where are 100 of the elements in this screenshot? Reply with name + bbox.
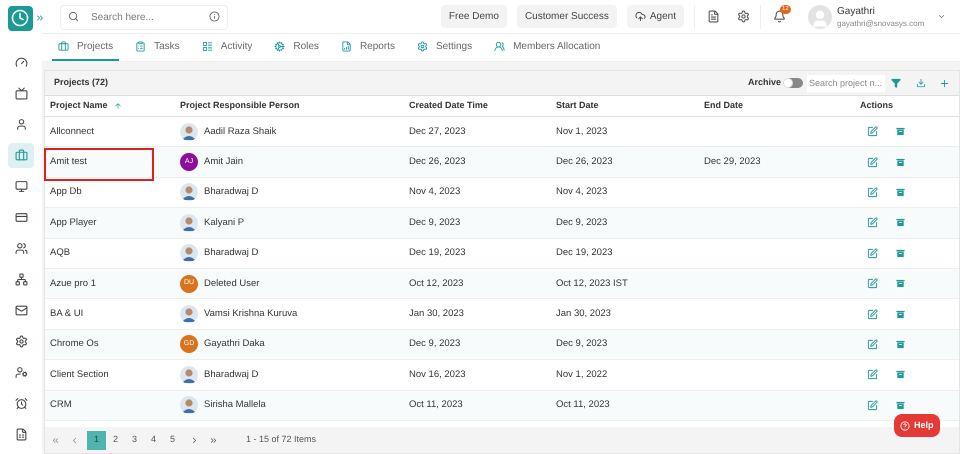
avatar: [180, 396, 198, 414]
page-button[interactable]: 5: [163, 430, 182, 450]
table-cell-text: Nov 16, 2023: [409, 368, 467, 382]
archive-icon[interactable]: [895, 126, 906, 138]
table-cell-text: Oct 11, 2023: [556, 398, 611, 412]
tab[interactable]: Tasks: [129, 34, 186, 61]
table-cell-text: Oct 12, 2023 IST: [556, 276, 629, 291]
column-header[interactable]: End Date: [704, 99, 857, 113]
user-name: Gayathri: [837, 4, 876, 18]
table-cell: Bharadwaj D: [204, 368, 258, 382]
settings-icon[interactable]: [737, 10, 750, 23]
add-icon[interactable]: [939, 78, 950, 88]
edit-icon[interactable]: [867, 369, 878, 380]
tab[interactable]: Activity: [196, 34, 258, 61]
table-cell-text: Dec 26, 2023: [409, 154, 467, 169]
archive-icon[interactable]: [895, 369, 906, 380]
search-icon: [68, 11, 79, 22]
search-field[interactable]: Search here...: [60, 5, 228, 30]
monitor-icon: [14, 180, 28, 193]
tab[interactable]: Reports: [334, 34, 401, 61]
dropdown-icon[interactable]: [937, 12, 946, 21]
archive-icon[interactable]: [895, 400, 906, 411]
first-page-icon[interactable]: [51, 436, 60, 444]
info-icon: [209, 11, 220, 22]
help-icon: [900, 420, 910, 430]
archive-icon[interactable]: [895, 156, 906, 168]
sort-icon: [114, 102, 122, 110]
edit-icon[interactable]: [867, 186, 878, 198]
avatar: [180, 122, 198, 141]
column-header[interactable]: Created Date Time: [409, 99, 556, 113]
table-cell: Aadil Raza Shaik: [204, 124, 276, 139]
clipboard-icon: [135, 41, 146, 52]
header-button[interactable]: Free Demo: [440, 5, 507, 28]
edit-icon[interactable]: [867, 338, 878, 350]
users-icon: [14, 242, 28, 255]
archive-icon[interactable]: [895, 338, 906, 350]
avatar: [180, 214, 198, 232]
column-header[interactable]: Actions: [857, 99, 954, 113]
page-button[interactable]: 2: [106, 430, 125, 450]
column-header[interactable]: Project Responsible Person: [180, 99, 409, 113]
edit-icon[interactable]: [867, 278, 878, 290]
table-cell-text: Dec 19, 2023: [556, 246, 614, 260]
table-cell-text: Dec 9, 2023: [556, 337, 608, 352]
avatar: [180, 305, 198, 324]
table-cell: Deleted User: [204, 276, 260, 291]
archive-icon[interactable]: [895, 278, 906, 290]
filter-icon[interactable]: [891, 78, 901, 88]
table-cell-text: Dec 9, 2023: [409, 216, 462, 230]
last-page-icon[interactable]: [209, 436, 218, 444]
table-cell: AQB: [50, 246, 70, 260]
agent-button[interactable]: Agent: [626, 5, 684, 28]
table-cell-text: Nov 1, 2023: [556, 124, 608, 139]
table-cell-text: App Db: [50, 185, 82, 200]
page-button[interactable]: 1: [87, 430, 106, 450]
settings-icon: [14, 335, 28, 348]
expand-icon[interactable]: [34, 13, 44, 23]
page-button[interactable]: 3: [125, 430, 144, 450]
archive-icon[interactable]: [895, 308, 906, 320]
previous-page-icon[interactable]: [70, 436, 79, 444]
edit-icon[interactable]: [867, 217, 878, 228]
table-cell-text: Dec 19, 2023: [409, 246, 467, 260]
table-cell: Dec 29, 2023: [704, 156, 761, 167]
header-button[interactable]: Customer Success: [516, 5, 617, 28]
tab[interactable]: Members Allocation: [488, 34, 606, 61]
user-email: gayathri@snovasys.com: [837, 18, 926, 28]
next-page-icon[interactable]: [190, 436, 199, 444]
download-icon[interactable]: [916, 78, 926, 88]
edit-icon[interactable]: [867, 126, 878, 138]
table-cell-text: Dec 9, 2023: [556, 216, 608, 230]
archive-icon[interactable]: [895, 217, 906, 228]
edit-icon[interactable]: [867, 400, 878, 411]
archive-icon[interactable]: [895, 248, 906, 259]
gear-icon: [274, 41, 286, 52]
archive-icon[interactable]: [895, 186, 906, 198]
edit-icon[interactable]: [867, 308, 878, 320]
column-header[interactable]: Project Name: [50, 99, 180, 113]
tab[interactable]: Roles: [268, 34, 325, 61]
table-cell: Azue pro 1: [50, 276, 96, 291]
edit-icon[interactable]: [867, 248, 878, 259]
column-header[interactable]: Start Date: [556, 99, 704, 113]
alarm-clock-icon: [14, 397, 28, 410]
tab[interactable]: Settings: [410, 34, 478, 61]
avatar: [180, 183, 198, 202]
bell-icon[interactable]: [773, 10, 786, 23]
table-cell: Bharadwaj D: [204, 246, 258, 260]
app-logo[interactable]: [8, 6, 32, 30]
page-button[interactable]: 4: [144, 430, 163, 450]
archive-label: Archive: [748, 76, 781, 90]
document-icon: [14, 428, 28, 441]
help-button[interactable]: Help: [894, 414, 940, 437]
edit-icon[interactable]: [867, 156, 878, 168]
settings-icon: [416, 41, 428, 52]
document-icon[interactable]: [707, 10, 720, 23]
briefcase-icon: [14, 149, 28, 162]
avatar: [180, 366, 198, 384]
archive-toggle[interactable]: [785, 78, 803, 88]
project-search-field[interactable]: Search project n...: [807, 74, 885, 92]
table-cell: Sirisha Mallela: [204, 398, 266, 412]
table-cell-text: Bharadwaj D: [204, 185, 258, 200]
table-cell: Kalyani P: [204, 216, 244, 230]
